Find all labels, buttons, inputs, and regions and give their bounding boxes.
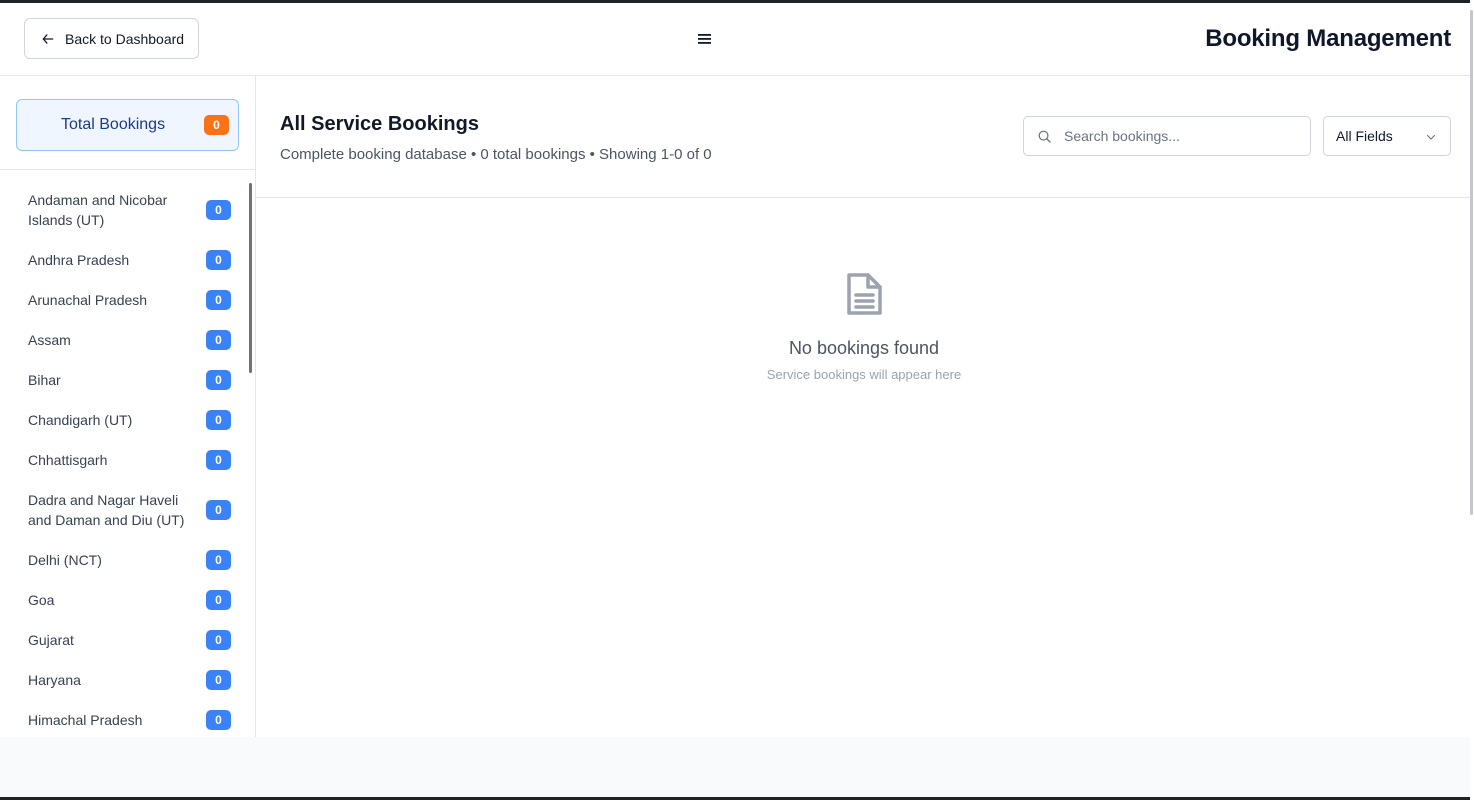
- main-content: All Service Bookings Complete booking da…: [256, 76, 1472, 737]
- app-window: Back to Dashboard Booking Management Tot…: [0, 3, 1472, 797]
- state-label: Chandigarh (UT): [28, 412, 133, 428]
- sidebar-item-chhattisgarh[interactable]: Chhattisgarh 0: [0, 440, 250, 480]
- back-to-dashboard-button[interactable]: Back to Dashboard: [24, 18, 199, 59]
- state-label: Delhi (NCT): [28, 552, 102, 568]
- state-label: Himachal Pradesh: [28, 712, 143, 728]
- sidebar-item-himachal-pradesh[interactable]: Himachal Pradesh 0: [0, 700, 250, 737]
- sidebar-divider: [0, 169, 255, 170]
- sidebar-item-bihar[interactable]: Bihar 0: [0, 360, 250, 400]
- state-label: Assam: [28, 332, 71, 348]
- arrow-left-icon: [42, 33, 54, 44]
- field-filter-select[interactable]: All Fields: [1323, 116, 1451, 156]
- state-count-badge: 0: [206, 250, 231, 270]
- state-label: Andhra Pradesh: [28, 252, 130, 268]
- state-count-badge: 0: [206, 410, 231, 430]
- state-label: Dadra and Nagar Haveli and Daman and Diu…: [28, 492, 185, 528]
- empty-state: No bookings found Service bookings will …: [256, 271, 1472, 382]
- state-label: Haryana: [28, 672, 81, 688]
- top-header: Back to Dashboard Booking Management: [0, 3, 1472, 76]
- state-count-badge: 0: [206, 670, 231, 690]
- state-count-badge: 0: [206, 330, 231, 350]
- sidebar-item-chandigarh[interactable]: Chandigarh (UT) 0: [0, 400, 250, 440]
- sidebar-item-assam[interactable]: Assam 0: [0, 320, 250, 360]
- section-subtitle: Complete booking database • 0 total book…: [280, 146, 712, 163]
- search-input[interactable]: [1064, 117, 1304, 155]
- sidebar-item-andhra-pradesh[interactable]: Andhra Pradesh 0: [0, 240, 250, 280]
- sidebar-item-andaman-nicobar[interactable]: Andaman and Nicobar Islands (UT) 0: [0, 180, 250, 240]
- sidebar-item-delhi[interactable]: Delhi (NCT) 0: [0, 540, 250, 580]
- back-button-label: Back to Dashboard: [65, 30, 185, 47]
- window-scrollbar-thumb[interactable]: [1470, 10, 1473, 515]
- field-filter-value: All Fields: [1336, 128, 1393, 144]
- total-bookings-filter[interactable]: Total Bookings 0: [16, 99, 239, 151]
- state-label: Goa: [28, 592, 55, 608]
- total-bookings-label: Total Bookings: [61, 116, 166, 133]
- state-count-badge: 0: [206, 200, 231, 220]
- state-count-badge: 0: [206, 630, 231, 650]
- hamburger-menu-button[interactable]: [694, 29, 714, 49]
- state-count-badge: 0: [206, 450, 231, 470]
- sidebar-item-gujarat[interactable]: Gujarat 0: [0, 620, 250, 660]
- state-count-badge: 0: [206, 550, 231, 570]
- main-header: All Service Bookings Complete booking da…: [256, 76, 1472, 198]
- state-label: Andaman and Nicobar Islands (UT): [28, 192, 168, 228]
- sidebar-item-dadra-nagar-haveli[interactable]: Dadra and Nagar Haveli and Daman and Diu…: [0, 480, 250, 540]
- section-title: All Service Bookings: [280, 113, 479, 135]
- state-count-badge: 0: [206, 290, 231, 310]
- page-title: Booking Management: [1205, 25, 1451, 52]
- state-label: Bihar: [28, 372, 61, 388]
- search-icon: [1038, 130, 1051, 143]
- search-box[interactable]: [1023, 116, 1311, 156]
- state-label: Arunachal Pradesh: [28, 292, 148, 308]
- state-count-badge: 0: [206, 710, 231, 730]
- sidebar: Total Bookings 0 Andaman and Nicobar Isl…: [0, 76, 256, 737]
- empty-state-subtitle: Service bookings will appear here: [766, 367, 962, 382]
- footer-strip: [0, 737, 1472, 797]
- total-bookings-count-badge: 0: [204, 115, 229, 135]
- state-label: Chhattisgarh: [28, 452, 108, 468]
- state-label: Gujarat: [28, 632, 74, 648]
- empty-state-title: No bookings found: [788, 338, 940, 358]
- state-count-badge: 0: [206, 590, 231, 610]
- document-icon: [847, 273, 882, 315]
- sidebar-item-arunachal-pradesh[interactable]: Arunachal Pradesh 0: [0, 280, 250, 320]
- sidebar-item-goa[interactable]: Goa 0: [0, 580, 250, 620]
- state-count-badge: 0: [206, 370, 231, 390]
- sidebar-item-haryana[interactable]: Haryana 0: [0, 660, 250, 700]
- sidebar-scrollbar[interactable]: [249, 183, 252, 373]
- state-count-badge: 0: [206, 500, 231, 520]
- chevron-down-icon: [1426, 134, 1436, 140]
- state-list[interactable]: Andaman and Nicobar Islands (UT) 0 Andhr…: [0, 180, 250, 737]
- hamburger-menu-icon: [697, 34, 711, 44]
